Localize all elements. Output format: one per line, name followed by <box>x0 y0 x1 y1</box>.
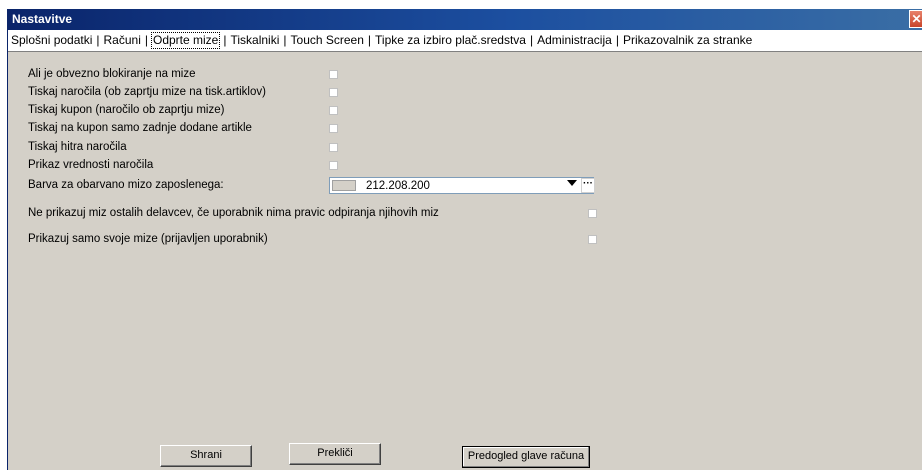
employee-color-label: Barva za obarvano mizo zaposlenega: <box>28 179 224 191</box>
tab-prikazovalnik-za-stranke[interactable]: Prikazovalnik za stranke <box>620 30 755 51</box>
print-last-added-label: Tiskaj na kupon samo zadnje dodane artik… <box>28 122 252 134</box>
show-order-value-label: Prikaz vrednosti naročila <box>28 159 154 171</box>
print-quick-orders-label: Tiskaj hitra naročila <box>28 141 127 153</box>
hide-other-tables-label: Ne prikazuj miz ostalih delavcev, če upo… <box>28 207 439 219</box>
employee-color-value: 212.208.200 <box>366 180 430 192</box>
print-last-added-checkbox[interactable] <box>329 124 338 133</box>
tab-tipke-placilna-sredstva[interactable]: Tipke za izbiro plač.sredstva <box>372 30 529 51</box>
preview-header-button[interactable]: Predogled glave računa <box>462 446 590 468</box>
print-orders-checkbox[interactable] <box>329 88 338 97</box>
color-swatch <box>332 180 356 191</box>
settings-window: Nastavitve ✕ Splošni podatki | Računi | Odpr… <box>7 9 922 470</box>
tab-bar: Splošni podatki | Računi | Odprte mize | Tiska… <box>8 30 922 52</box>
employee-color-select[interactable]: 212.208.200 <box>329 177 594 194</box>
print-quick-orders-checkbox[interactable] <box>329 143 338 152</box>
print-orders-label: Tiskaj naročila (ob zaprtju mize na tisk… <box>28 86 266 98</box>
tab-touch-screen[interactable]: Touch Screen <box>288 30 367 51</box>
tab-tiskalniki[interactable]: Tiskalniki <box>227 30 282 51</box>
close-icon[interactable]: ✕ <box>909 10 922 28</box>
show-order-value-checkbox[interactable] <box>329 161 338 170</box>
save-button[interactable]: Shrani <box>160 445 252 467</box>
ellipsis-icon[interactable]: ··· <box>581 178 595 193</box>
print-coupon-label: Tiskaj kupon (naročilo ob zaprtju mize) <box>28 104 225 116</box>
block-tables-checkbox[interactable] <box>329 70 338 79</box>
title-bar: Nastavitve ✕ <box>8 9 922 30</box>
window-title: Nastavitve <box>12 12 73 26</box>
tab-odprte-mize[interactable]: Odprte mize <box>149 30 222 51</box>
print-coupon-checkbox[interactable] <box>329 106 338 115</box>
show-own-tables-label: Prikazuj samo svoje mize (prijavljen upo… <box>28 233 268 245</box>
block-tables-label: Ali je obvezno blokiranje na mize <box>28 68 196 80</box>
tab-administracija[interactable]: Administracija <box>534 30 615 51</box>
tab-racuni[interactable]: Računi <box>101 30 144 51</box>
chevron-down-icon[interactable] <box>567 180 577 186</box>
hide-other-tables-checkbox[interactable] <box>588 209 597 218</box>
tab-splosni-podatki[interactable]: Splošni podatki <box>8 30 95 51</box>
cancel-button[interactable]: Prekliči <box>289 443 381 465</box>
show-own-tables-checkbox[interactable] <box>588 235 597 244</box>
